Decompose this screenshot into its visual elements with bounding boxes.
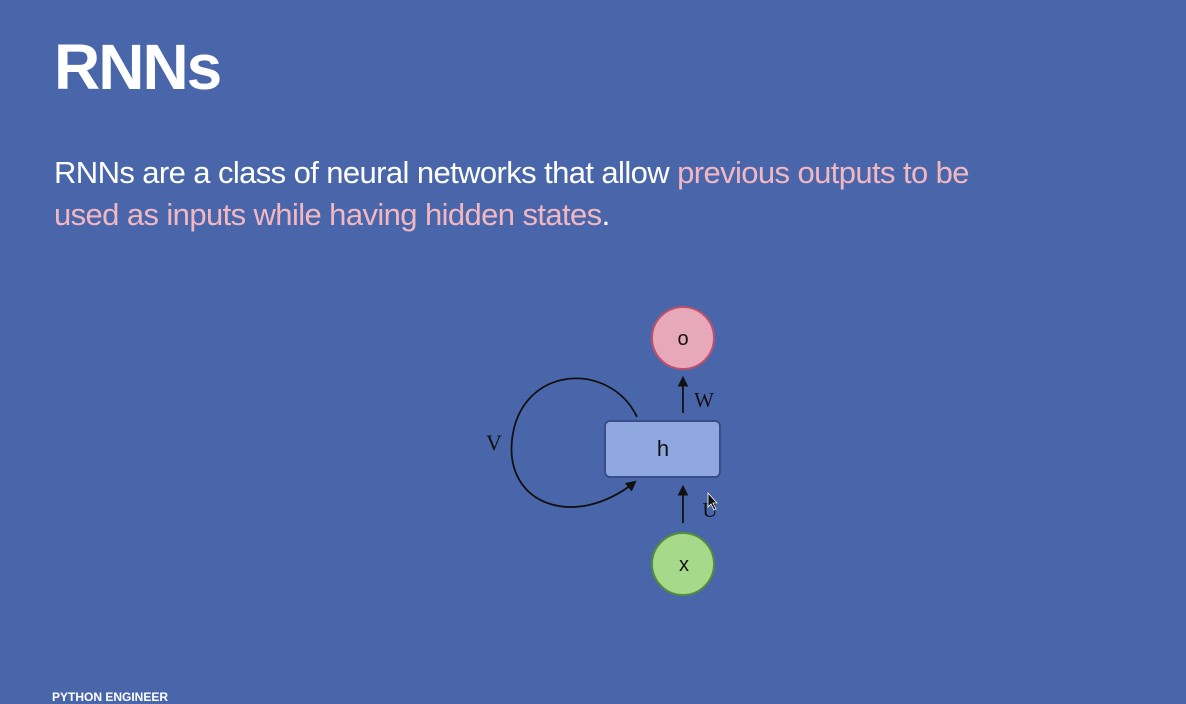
footer-brand: PYTHON ENGINEER bbox=[52, 690, 169, 704]
output-edge-label: W bbox=[694, 388, 714, 412]
hidden-node-label: h bbox=[657, 436, 669, 461]
input-node-label: x bbox=[679, 554, 689, 576]
rnn-diagram: V o W h U x bbox=[486, 306, 721, 596]
recurrent-edge-label: V bbox=[486, 430, 502, 455]
output-node-label: o bbox=[677, 328, 688, 350]
